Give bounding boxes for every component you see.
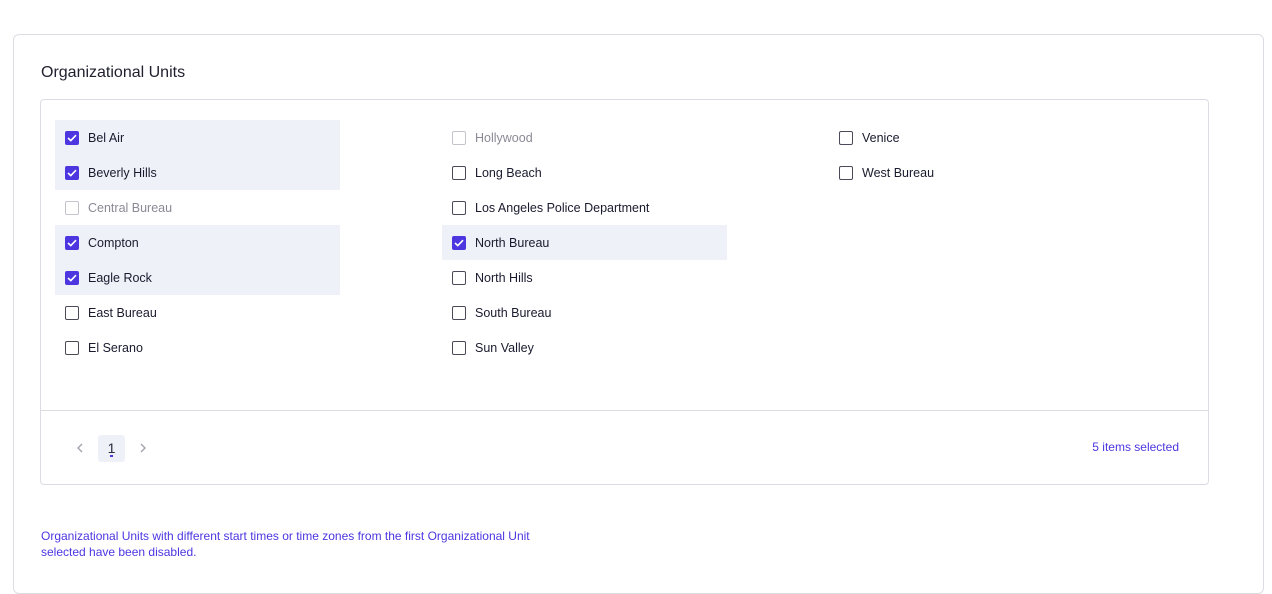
org-unit-label: East Bureau (88, 305, 157, 320)
org-unit-label: South Bureau (475, 305, 552, 320)
org-units-column-3: Venice West Bureau (829, 120, 1114, 190)
org-unit-option[interactable]: Los Angeles Police Department (442, 190, 727, 225)
checkbox-icon[interactable] (452, 270, 466, 285)
org-unit-label: North Bureau (475, 235, 550, 250)
org-unit-option[interactable]: South Bureau (442, 295, 727, 330)
checkbox-icon (452, 130, 466, 145)
chevron-right-icon[interactable] (134, 434, 152, 462)
org-unit-option[interactable]: El Serano (55, 330, 340, 365)
checkbox-checked-icon[interactable] (65, 165, 79, 180)
checkbox-icon[interactable] (839, 165, 853, 180)
checkbox-checked-icon[interactable] (65, 130, 79, 145)
org-unit-option[interactable]: Beverly Hills (55, 155, 340, 190)
org-unit-label: West Bureau (862, 165, 935, 180)
org-unit-option[interactable]: Sun Valley (442, 330, 727, 365)
checkbox-checked-icon[interactable] (65, 235, 79, 250)
checkbox-icon[interactable] (452, 340, 466, 355)
org-units-column-1: Bel Air Beverly Hills Central Bureau Compto… (55, 120, 340, 365)
org-units-grid: Bel Air Beverly Hills Central Bureau Compto… (55, 120, 1195, 400)
org-unit-label: Sun Valley (475, 340, 534, 355)
org-unit-option[interactable]: North Bureau (442, 225, 727, 260)
selected-count: 5 items selected (1092, 440, 1179, 454)
checkbox-icon[interactable] (65, 305, 79, 320)
section-title: Organizational Units (41, 64, 186, 81)
org-unit-label: Eagle Rock (88, 270, 152, 285)
checkbox-icon (65, 200, 79, 215)
org-unit-option: Central Bureau (55, 190, 340, 225)
checkbox-checked-icon[interactable] (65, 270, 79, 285)
org-unit-option[interactable]: North Hills (442, 260, 727, 295)
org-unit-label: Venice (862, 130, 900, 145)
org-unit-option[interactable]: West Bureau (829, 155, 1114, 190)
org-unit-label: Bel Air (88, 130, 125, 145)
org-unit-label: Long Beach (475, 165, 542, 180)
org-unit-label: Hollywood (475, 130, 533, 145)
disabled-units-notice: Organizational Units with different star… (41, 529, 530, 559)
org-unit-label: North Hills (475, 270, 533, 285)
checkbox-icon[interactable] (452, 165, 466, 180)
org-unit-label: Beverly Hills (88, 165, 157, 180)
org-units-list-panel: Bel Air Beverly Hills Central Bureau Compto… (40, 99, 1209, 485)
pagination: 1 (71, 434, 152, 462)
org-units-card: Organizational Units Bel Air Beverly Hill… (13, 34, 1264, 594)
org-unit-option: Hollywood (442, 120, 727, 155)
checkbox-icon[interactable] (65, 340, 79, 355)
org-unit-label: Los Angeles Police Department (475, 200, 650, 215)
org-unit-label: Compton (88, 235, 139, 250)
org-unit-option[interactable]: East Bureau (55, 295, 340, 330)
org-unit-label: Central Bureau (88, 200, 173, 215)
org-unit-option[interactable]: Venice (829, 120, 1114, 155)
list-footer: 1 5 items selected (41, 410, 1208, 485)
org-units-column-2: Hollywood Long Beach Los Angeles Police De… (442, 120, 727, 365)
page-button-current[interactable]: 1 (98, 434, 125, 462)
current-page-indicator (110, 454, 113, 457)
org-unit-option[interactable]: Compton (55, 225, 340, 260)
checkbox-icon[interactable] (452, 200, 466, 215)
checkbox-icon[interactable] (452, 305, 466, 320)
org-unit-option[interactable]: Eagle Rock (55, 260, 340, 295)
org-unit-label: El Serano (88, 340, 143, 355)
org-unit-option[interactable]: Long Beach (442, 155, 727, 190)
org-unit-option[interactable]: Bel Air (55, 120, 340, 155)
checkbox-checked-icon[interactable] (452, 235, 466, 250)
chevron-left-icon[interactable] (71, 434, 89, 462)
checkbox-icon[interactable] (839, 130, 853, 145)
